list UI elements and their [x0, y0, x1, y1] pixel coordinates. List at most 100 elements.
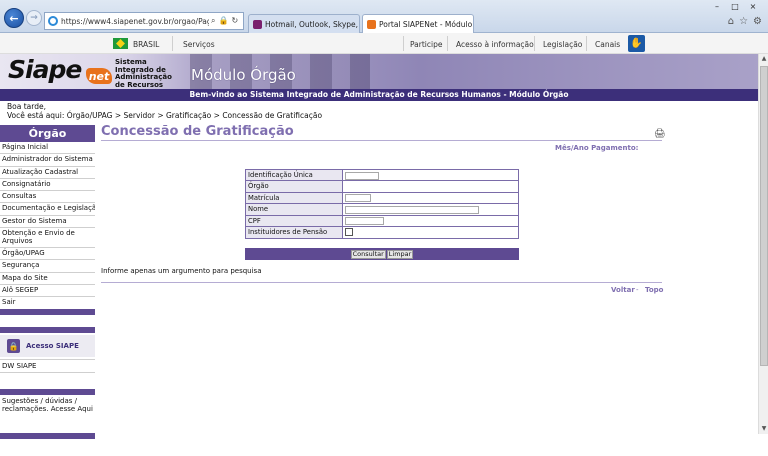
home-icon[interactable]: ⌂: [728, 16, 734, 27]
topo-link[interactable]: Topo: [645, 286, 663, 294]
divider: [447, 36, 448, 51]
search-hint: Informe apenas um argumento para pesquis…: [101, 267, 262, 275]
sidebar-item-atualizacao-cadastral[interactable]: Atualização Cadastral: [0, 167, 95, 179]
printer-icon[interactable]: 🖨: [654, 129, 665, 139]
orgao-label: Órgão: [246, 181, 343, 192]
close-window-icon[interactable]: ×: [744, 0, 762, 12]
accessibility-icon[interactable]: ✋: [628, 35, 645, 52]
divider: [403, 36, 404, 51]
siape-logo[interactable]: Siape: [8, 55, 82, 84]
gear-icon[interactable]: ⚙: [753, 16, 762, 27]
matricula-label: Matrícula: [246, 192, 343, 204]
sidebar-item-documentacao[interactable]: Documentação e Legislação: [0, 203, 95, 216]
sidebar-item-administrador[interactable]: Administrador do Sistema: [0, 154, 95, 167]
sidebar-divider: [0, 309, 95, 315]
welcome-bar: Bem-vindo ao Sistema Integrado de Admini…: [0, 89, 758, 101]
sidebar-menu: Página Inicial Administrador do Sistema …: [0, 142, 95, 310]
form-button-bar: Consultar Limpar: [245, 248, 519, 260]
instituidores-pensao-label: Instituidores de Pensão: [246, 226, 343, 239]
page-title: Concessão de Gratificação: [101, 124, 294, 139]
divider: [0, 359, 95, 360]
sugestoes-link[interactable]: Sugestões / dúvidas / reclamações. Acess…: [2, 397, 94, 413]
matricula-input[interactable]: [345, 194, 371, 203]
sidebar-item-consultas[interactable]: Consultas: [0, 191, 95, 204]
greeting: Boa tarde,: [7, 102, 46, 111]
ie-logo-icon: [48, 16, 58, 26]
title-divider: [101, 140, 662, 141]
search-icon[interactable]: ⌕: [211, 16, 215, 26]
form-row: Matrícula: [246, 192, 518, 205]
sidebar-item-gestor[interactable]: Gestor do Sistema: [0, 216, 95, 229]
sidebar-divider: [0, 327, 95, 333]
sidebar-item-seguranca[interactable]: Segurança: [0, 260, 95, 273]
instituidores-pensao-checkbox[interactable]: [345, 228, 353, 237]
page-scrollbar[interactable]: ▲ ▼: [758, 54, 768, 434]
link-separator: -: [636, 286, 639, 294]
maximize-icon[interactable]: □: [726, 0, 744, 12]
identificacao-unica-input[interactable]: [345, 171, 379, 180]
breadcrumb: Você está aqui: Órgão/UPAG > Servidor > …: [7, 111, 323, 120]
nome-label: Nome: [246, 204, 343, 215]
msn-icon: [253, 19, 262, 29]
dw-siape-link[interactable]: DW SIAPE: [2, 362, 36, 370]
scroll-thumb[interactable]: [760, 66, 768, 366]
sidebar-divider: [0, 389, 95, 395]
tab-hotmail[interactable]: Hotmail, Outlook, Skype, Noti...: [248, 14, 360, 33]
tab-label: Portal SIAPENet - Módulo ...: [379, 19, 474, 29]
sidebar-item-pagina-inicial[interactable]: Página Inicial: [0, 142, 95, 155]
canais-link[interactable]: Canais: [595, 40, 620, 49]
siape-logo-net: net: [86, 68, 112, 84]
tab-label: Hotmail, Outlook, Skype, Noti...: [265, 19, 359, 29]
scroll-down-icon[interactable]: ▼: [759, 424, 768, 434]
refresh-icon[interactable]: ↻: [231, 16, 238, 26]
form-row: Instituidores de Pensão: [246, 226, 518, 239]
cpf-input[interactable]: [345, 217, 384, 226]
sidebar-item-alo-segep[interactable]: Alô SEGEP: [0, 285, 95, 298]
forward-button[interactable]: →: [26, 10, 42, 26]
sidebar-item-obtencao-envio[interactable]: Obtenção e Envio de Arquivos: [0, 228, 95, 249]
acesso-siape-label: Acesso SIAPE: [26, 342, 79, 350]
cpf-label: CPF: [246, 215, 343, 226]
address-bar[interactable]: https://www4.siapenet.gov.br/orgao/Pagin…: [44, 12, 244, 30]
site-banner: Siape net Sistema Integrado de Administr…: [0, 54, 758, 96]
divider: [0, 372, 95, 373]
gov-bar: BRASIL Serviços Participe Acesso à infor…: [0, 33, 768, 54]
back-button[interactable]: ←: [4, 8, 24, 28]
sidebar-item-sair[interactable]: Sair: [0, 297, 95, 310]
nome-input[interactable]: [345, 205, 479, 214]
voltar-link[interactable]: Voltar: [611, 286, 635, 294]
participe-link[interactable]: Participe: [410, 40, 442, 49]
acesso-siape-button[interactable]: 🔒 Acesso SIAPE: [0, 335, 95, 357]
divider: [586, 36, 587, 51]
tab-siapenet[interactable]: Portal SIAPENet - Módulo ... ×: [362, 14, 474, 33]
padlock-icon: 🔒: [7, 339, 20, 353]
form-row: Identificação Única: [246, 170, 518, 182]
identificacao-unica-label: Identificação Única: [246, 170, 343, 181]
minimize-icon[interactable]: –: [708, 0, 726, 12]
search-form: Identificação Única Órgão Matrícula Nome…: [245, 169, 519, 240]
limpar-button[interactable]: Limpar: [386, 249, 414, 259]
sidebar-title: Órgão: [0, 125, 95, 142]
brasil-link[interactable]: BRASIL: [133, 40, 159, 49]
servicos-link[interactable]: Serviços: [183, 40, 215, 49]
brazil-flag-icon: [113, 38, 128, 49]
orgao-input[interactable]: [345, 182, 367, 191]
sidebar-item-consignatario[interactable]: Consignatário: [0, 179, 95, 192]
sidebar-divider: [0, 433, 95, 439]
lock-icon[interactable]: 🔒: [218, 16, 228, 26]
favorites-star-icon[interactable]: ☆: [739, 16, 748, 27]
sidebar-item-orgao-upag[interactable]: Órgão/UPAG: [0, 248, 95, 261]
legislacao-link[interactable]: Legislação: [543, 40, 582, 49]
siapenet-favicon-icon: [367, 19, 376, 29]
sidebar-item-mapa-site[interactable]: Mapa do Site: [0, 273, 95, 285]
form-row: Órgão: [246, 181, 518, 193]
acesso-informacao-link[interactable]: Acesso à informação: [456, 40, 534, 49]
divider: [172, 36, 173, 51]
scroll-up-icon[interactable]: ▲: [759, 54, 768, 64]
form-row: CPF: [246, 215, 518, 227]
divider: [534, 36, 535, 51]
bottom-divider: [101, 282, 662, 283]
browser-chrome: ← → https://www4.siapenet.gov.br/orgao/P…: [0, 0, 768, 33]
consultar-button[interactable]: Consultar: [350, 249, 386, 259]
url-text[interactable]: https://www4.siapenet.gov.br/orgao/Pagin…: [61, 17, 209, 26]
